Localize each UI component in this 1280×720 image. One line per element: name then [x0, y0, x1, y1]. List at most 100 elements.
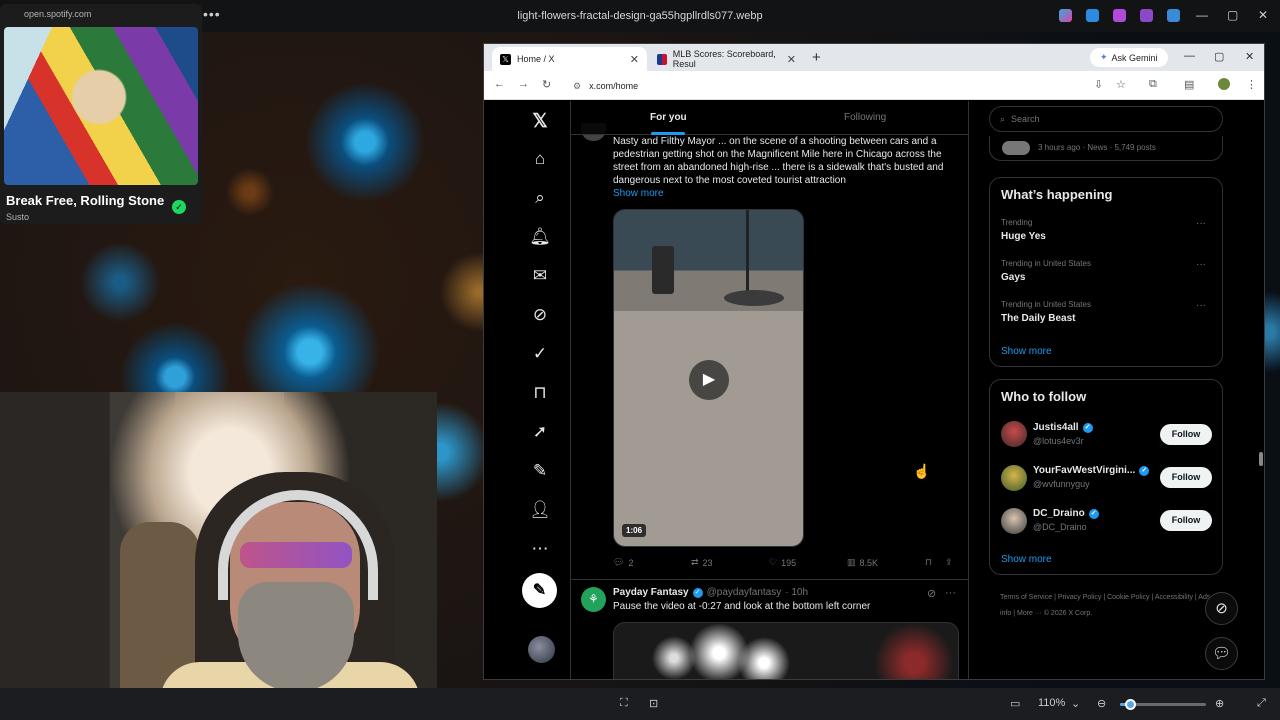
footer-links[interactable]: Terms of Service | Privacy Policy | Cook… — [1000, 590, 1214, 622]
tab-for-you[interactable]: For you — [650, 112, 687, 123]
extensions-icon[interactable]: ⧉ — [1149, 78, 1157, 91]
messages-envelope-icon[interactable]: ✉ — [514, 266, 566, 286]
trend-name[interactable]: The Daily Beast — [1001, 313, 1075, 324]
follow-button[interactable]: Follow — [1160, 424, 1212, 445]
user-avatar[interactable] — [1001, 421, 1027, 447]
trend-more-icon[interactable]: ··· — [1196, 300, 1206, 311]
ocr-scan-icon[interactable]: ⊡ — [649, 697, 658, 710]
zoom-in-icon[interactable]: ⊕ — [1215, 697, 1224, 710]
tab-mlb-scores[interactable]: MLB Scores: Scoreboard, Resul ✕ — [649, 47, 804, 71]
liked-check-icon[interactable]: ✓ — [172, 200, 186, 214]
like-button[interactable]: ♡ 195 — [769, 557, 796, 568]
follow-button[interactable]: Follow — [1160, 510, 1212, 531]
bookmarks-icon[interactable]: ⊓ — [514, 383, 566, 403]
tweet-author-name[interactable]: Payday Fantasy — [613, 587, 689, 598]
search-input[interactable]: ⌕ Search — [989, 106, 1223, 132]
site-info-icon[interactable]: ⚙ — [573, 81, 581, 92]
grok-fab-icon[interactable]: ⊘ — [1205, 592, 1238, 625]
maximize-icon[interactable]: ▢ — [1227, 8, 1238, 22]
show-more-link[interactable]: Show more — [613, 188, 664, 199]
whats-happening-panel: What’s happening Trending Huge Yes ··· T… — [989, 177, 1223, 367]
copilot-icon[interactable] — [1059, 9, 1072, 22]
account-avatar[interactable] — [528, 636, 555, 663]
messages-fab-icon[interactable]: 💬︎ — [1205, 637, 1238, 670]
user-name[interactable]: Justis4all ✓ — [1033, 422, 1093, 433]
close-tab-icon[interactable]: ✕ — [630, 53, 639, 66]
zoom-dropdown-icon[interactable]: ⌄ — [1071, 697, 1080, 710]
tab-home-x[interactable]: 𝕏 Home / X ✕ — [492, 47, 647, 71]
reload-icon[interactable]: ↻ — [542, 78, 551, 91]
search-placeholder: Search — [1011, 114, 1040, 124]
verified-badge-icon[interactable]: ✓ — [514, 344, 566, 364]
minimize-icon[interactable]: — — [1196, 8, 1208, 22]
trend-name[interactable]: Huge Yes — [1001, 231, 1046, 242]
payday-fantasy-avatar[interactable]: ⚘ — [581, 587, 606, 612]
user-handle: @wvfunnyguy — [1033, 479, 1090, 489]
sidepanel-icon[interactable]: ▤ — [1184, 78, 1194, 91]
app-icon[interactable] — [1140, 9, 1153, 22]
search-icon[interactable]: ⌕ — [514, 188, 566, 208]
x-logo-icon[interactable]: 𝕏 — [514, 110, 566, 133]
url-field[interactable]: ⚙ x.com/home — [569, 77, 1079, 95]
page-scrollbar[interactable] — [1258, 102, 1264, 679]
spotify-miniplayer[interactable]: open.spotify.com Break Free, Rolling Sto… — [0, 4, 202, 224]
more-circle-icon[interactable]: ⋯ — [514, 539, 566, 559]
user-name[interactable]: DC_Draino ✓ — [1033, 508, 1099, 519]
show-more-link[interactable]: Show more — [1001, 346, 1052, 357]
maximize-icon[interactable]: ▢ — [1214, 50, 1224, 63]
tweet-more-icon[interactable]: ··· — [945, 587, 956, 599]
share-button[interactable]: ⇪ — [945, 557, 953, 568]
news-item[interactable]: 3 hours ago · News · 5,749 posts — [989, 136, 1223, 161]
fullscreen-icon[interactable]: ⤢ — [1257, 697, 1266, 710]
fit-screen-icon[interactable]: ⛶ — [620, 697, 628, 710]
play-icon[interactable]: ▶ — [689, 360, 729, 400]
install-icon[interactable]: ⇩ — [1094, 78, 1103, 91]
grok-icon[interactable]: ⊘ — [514, 305, 566, 325]
minimize-icon[interactable]: — — [1184, 50, 1195, 62]
user-name[interactable]: YourFavWestVirgini... ✓ — [1033, 465, 1150, 476]
close-icon[interactable]: ✕ — [1258, 8, 1268, 22]
zoom-level[interactable]: 110% — [1038, 697, 1065, 709]
profile-avatar[interactable] — [1218, 78, 1230, 90]
bookmark-star-icon[interactable]: ☆ — [1116, 78, 1126, 91]
close-icon[interactable]: ✕ — [1245, 50, 1254, 63]
forward-icon[interactable]: → — [518, 78, 529, 90]
ask-gemini-button[interactable]: ✦ Ask Gemini — [1090, 48, 1168, 67]
post-button[interactable]: ✎ — [522, 573, 557, 608]
reply-button[interactable]: 💬︎ 2 — [613, 557, 633, 568]
repost-button[interactable]: ⇄ 23 — [691, 557, 713, 568]
tweet-time[interactable]: · 10h — [785, 587, 808, 598]
new-tab-button[interactable]: + — [812, 49, 821, 66]
back-icon[interactable]: ← — [494, 78, 505, 90]
actual-size-icon[interactable]: ▭ — [1010, 697, 1020, 710]
scroll-thumb[interactable] — [1259, 452, 1263, 466]
user-avatar[interactable] — [1001, 508, 1027, 534]
tab-following[interactable]: Following — [844, 112, 886, 123]
profile-icon[interactable]: 👤︎ — [514, 500, 566, 520]
x-home-page: 𝕏 ⌂ ⌕ 🔔︎ ✉ ⊘ ✓ ⊓ ➚ ✎ 👤︎ ⋯ ✎ Nasty and Fi… — [484, 101, 1264, 679]
share-icon: ⇪ — [945, 557, 953, 567]
user-avatar[interactable] — [1001, 465, 1027, 491]
trend-name[interactable]: Gays — [1001, 272, 1025, 283]
app-icon[interactable] — [1167, 9, 1180, 22]
app-icon[interactable] — [1086, 9, 1099, 22]
zoom-slider[interactable] — [1120, 699, 1206, 710]
views-button[interactable]: ▥ 8.5K — [847, 557, 878, 568]
close-tab-icon[interactable]: ✕ — [787, 53, 796, 66]
show-more-link[interactable]: Show more — [1001, 554, 1052, 565]
follow-button[interactable]: Follow — [1160, 467, 1212, 488]
tweet-media[interactable] — [613, 622, 959, 679]
zoom-out-icon[interactable]: ⊖ — [1097, 697, 1106, 710]
grok-explain-icon[interactable]: ⊘ — [927, 587, 936, 600]
tweet-video[interactable]: ▶ 1:06 — [613, 209, 804, 547]
home-icon[interactable]: ⌂ — [514, 149, 566, 169]
notifications-bell-icon[interactable]: 🔔︎ — [514, 227, 566, 247]
articles-icon[interactable]: ✎ — [514, 461, 566, 481]
tweet-author-handle[interactable]: @paydayfantasy — [707, 587, 782, 598]
menu-kebab-icon[interactable]: ⋮ — [1246, 78, 1257, 91]
trend-more-icon[interactable]: ··· — [1196, 218, 1206, 229]
rocket-icon[interactable]: ➚ — [514, 422, 566, 442]
app-icon[interactable] — [1113, 9, 1126, 22]
trend-more-icon[interactable]: ··· — [1196, 259, 1206, 270]
bookmark-button[interactable]: ⊓ — [925, 557, 932, 568]
